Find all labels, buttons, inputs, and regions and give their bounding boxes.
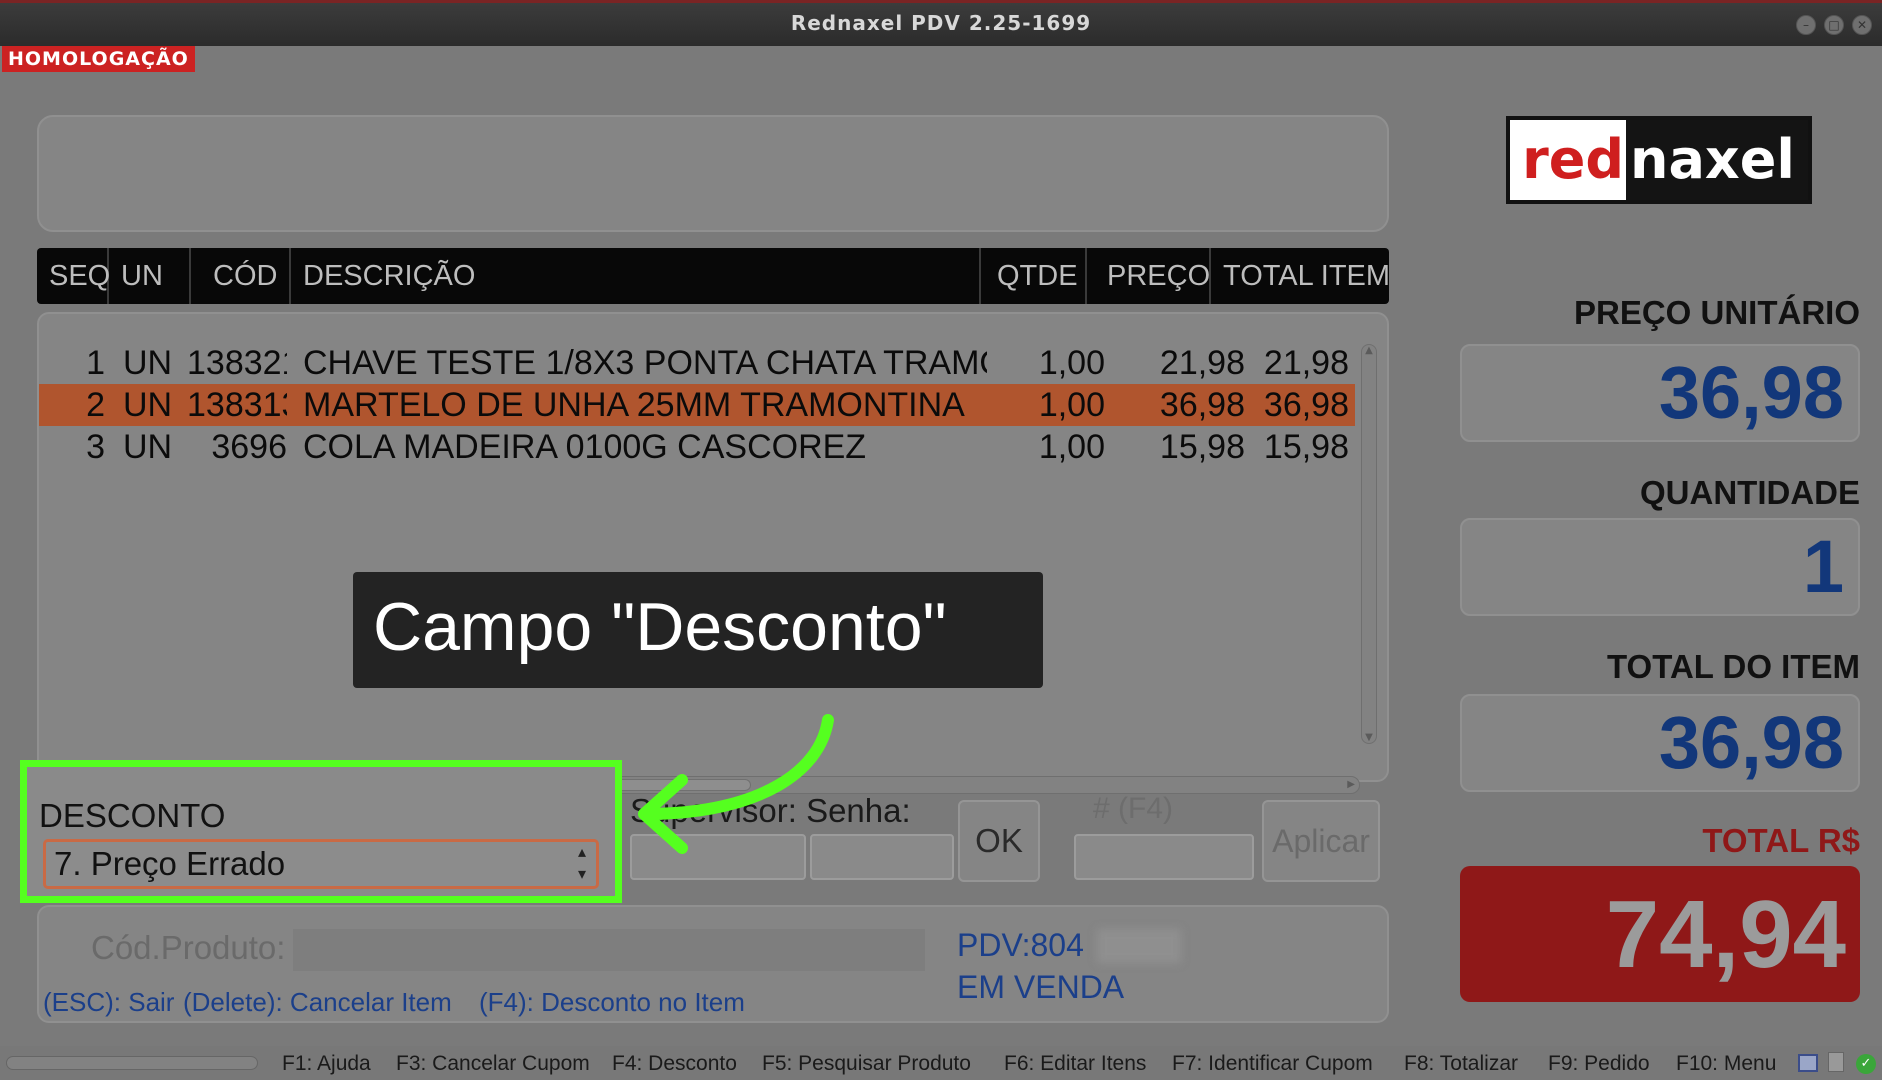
column-header-qtde: QTDE xyxy=(981,248,1087,304)
redacted-info xyxy=(1097,929,1181,963)
cell-preco: 21,98 xyxy=(1159,344,1245,382)
cell-preco: 15,98 xyxy=(1159,428,1245,466)
discount-reason-select[interactable]: 7. Preço Errado ▴ ▾ xyxy=(43,839,599,889)
spinner-icon[interactable]: ▴ ▾ xyxy=(578,842,586,886)
scroll-right-icon[interactable]: ▶ xyxy=(1347,777,1355,793)
cell-total: 21,98 xyxy=(1263,344,1349,382)
unit-price-label: PREÇO UNITÁRIO xyxy=(1573,294,1860,331)
annotation-arrow-icon xyxy=(638,714,834,854)
annotation-tooltip: Campo "Desconto" xyxy=(353,572,1043,688)
cell-un: UN xyxy=(123,344,173,382)
quantity-box: 1 xyxy=(1460,518,1860,616)
table-row[interactable]: 3 UN 3696 COLA MADEIRA 0100G CASCOREZ 1,… xyxy=(39,426,1355,468)
window-titlebar: Rednaxel PDV 2.25-1699 – □ ✕ xyxy=(0,0,1882,46)
fkey-f5[interactable]: F5: Pesquisar Produto xyxy=(762,1052,971,1076)
shortcut-f4[interactable]: (F4): Desconto no Item xyxy=(479,987,745,1018)
fkey-f1[interactable]: F1: Ajuda xyxy=(282,1052,371,1076)
fkey-f9[interactable]: F9: Pedido xyxy=(1548,1052,1650,1076)
annotation-text: Campo "Desconto" xyxy=(373,589,947,665)
table-row-selected[interactable]: 2 UN 138313 MARTELO DE UNHA 25MM TRAMONT… xyxy=(39,384,1355,426)
cell-total: 15,98 xyxy=(1263,428,1349,466)
fkey-f7[interactable]: F7: Identificar Cupom xyxy=(1172,1052,1373,1076)
window-title: Rednaxel PDV 2.25-1699 xyxy=(790,11,1092,35)
rednaxel-logo: red naxel xyxy=(1506,116,1812,204)
fkey-f8[interactable]: F8: Totalizar xyxy=(1404,1052,1518,1076)
quantity-value: 1 xyxy=(1802,525,1844,608)
fkey-f3[interactable]: F3: Cancelar Cupom xyxy=(396,1052,590,1076)
column-header-preco: PREÇO xyxy=(1087,248,1211,304)
product-code-label: Cód.Produto: xyxy=(91,929,286,966)
pdv-number: PDV:804 xyxy=(957,927,1084,963)
item-total-label: TOTAL DO ITEM xyxy=(1607,648,1860,685)
cell-descricao: MARTELO DE UNHA 25MM TRAMONTINA xyxy=(303,386,965,424)
cell-cod: 138313 xyxy=(187,386,287,424)
table-row[interactable]: 1 UN 138321 CHAVE TESTE 1/8X3 PONTA CHAT… xyxy=(39,342,1355,384)
column-header-descricao: DESCRIÇÃO xyxy=(291,248,981,304)
cell-cod: 3696 xyxy=(211,428,287,466)
cell-qtde: 1,00 xyxy=(1038,386,1105,424)
logo-part-red: red xyxy=(1510,120,1626,200)
shortcut-esc[interactable]: (ESC): Sair xyxy=(43,987,174,1018)
discount-value-label: # (F4) xyxy=(1093,792,1174,825)
item-total-value: 36,98 xyxy=(1658,701,1844,784)
cell-total: 36,98 xyxy=(1263,386,1349,424)
message-panel xyxy=(37,115,1389,232)
cell-preco: 36,98 xyxy=(1159,386,1245,424)
connection-ok-icon: ✓ xyxy=(1856,1054,1876,1074)
apply-button[interactable]: Aplicar xyxy=(1262,800,1380,882)
cell-seq: 1 xyxy=(86,344,105,382)
product-code-input[interactable] xyxy=(293,929,925,971)
discount-reason-value: 7. Preço Errado xyxy=(54,845,286,882)
cell-seq: 2 xyxy=(86,386,105,424)
discount-value-input[interactable] xyxy=(1074,834,1254,880)
cell-cod: 138321 xyxy=(187,344,287,382)
cell-descricao: COLA MADEIRA 0100G CASCOREZ xyxy=(303,428,867,466)
sale-status: EM VENDA xyxy=(957,969,1125,1005)
item-total-box: 36,98 xyxy=(1460,694,1860,792)
document-icon[interactable] xyxy=(1828,1052,1844,1072)
shortcut-delete[interactable]: (Delete): Cancelar Item xyxy=(183,987,452,1018)
maximize-icon[interactable]: □ xyxy=(1824,15,1844,35)
ok-button[interactable]: OK xyxy=(958,800,1040,882)
discount-highlight-box: DESCONTO 7. Preço Errado ▴ ▾ xyxy=(20,760,622,903)
quantity-label: QUANTIDADE xyxy=(1640,474,1860,511)
cell-un: UN xyxy=(123,386,173,424)
total-box: 74,94 xyxy=(1460,866,1860,1002)
unit-price-value: 36,98 xyxy=(1658,351,1844,434)
column-header-seq: SEQ xyxy=(37,248,110,304)
cell-descricao: CHAVE TESTE 1/8X3 PONTA CHATA TRAMON xyxy=(303,344,987,382)
cell-qtde: 1,00 xyxy=(1038,428,1105,466)
fkey-f6[interactable]: F6: Editar Itens xyxy=(1004,1052,1146,1076)
column-header-un: UN xyxy=(109,248,191,304)
fkey-f10[interactable]: F10: Menu xyxy=(1676,1052,1776,1076)
scroll-up-icon[interactable]: ▲ xyxy=(1362,345,1376,356)
window-icon[interactable] xyxy=(1798,1054,1818,1072)
items-table-header: SEQ UN CÓD DESCRIÇÃO QTDE PREÇO TOTAL IT… xyxy=(37,248,1391,304)
fkey-f4[interactable]: F4: Desconto xyxy=(612,1052,737,1076)
unit-price-box: 36,98 xyxy=(1460,344,1860,442)
environment-badge: HOMOLOGAÇÃO xyxy=(2,46,195,72)
column-header-total-item: TOTAL ITEM xyxy=(1223,260,1391,292)
minimize-icon[interactable]: – xyxy=(1796,15,1816,35)
status-progress-bar xyxy=(6,1056,258,1070)
table-vertical-scrollbar[interactable]: ▲ ▼ xyxy=(1361,344,1377,744)
discount-label: DESCONTO xyxy=(39,797,226,834)
close-icon[interactable]: ✕ xyxy=(1852,15,1872,35)
status-bar: F1: Ajuda F3: Cancelar Cupom F4: Descont… xyxy=(0,1046,1882,1080)
cell-un: UN xyxy=(123,428,173,466)
total-value: 74,94 xyxy=(1605,881,1846,988)
column-header-cod: CÓD xyxy=(191,248,291,304)
total-label: TOTAL R$ xyxy=(1702,822,1860,859)
logo-part-naxel: naxel xyxy=(1626,120,1808,200)
cell-seq: 3 xyxy=(86,428,105,466)
cell-qtde: 1,00 xyxy=(1038,344,1105,382)
scroll-down-icon[interactable]: ▼ xyxy=(1362,732,1376,743)
product-info-panel: Cód.Produto: PDV:804 EM VENDA (ESC): Sai… xyxy=(37,905,1389,1023)
